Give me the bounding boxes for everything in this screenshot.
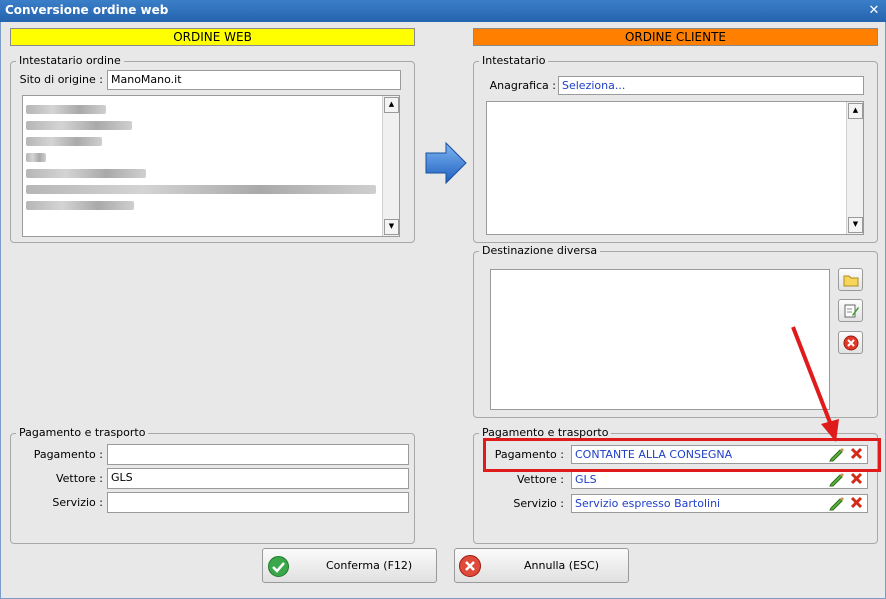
red-arrow-annotation	[791, 326, 839, 442]
servizio-cliente-field[interactable]: Servizio espresso Bartolini	[571, 494, 868, 513]
pagamento-web-field[interactable]	[107, 444, 409, 465]
scrollbar[interactable]: ▲ ▼	[382, 96, 399, 236]
cancel-button[interactable]: Annulla (ESC)	[454, 548, 629, 583]
sito-origine-label: Sito di origine :	[19, 73, 103, 86]
edit-icon	[844, 304, 859, 317]
x-icon[interactable]	[850, 472, 863, 485]
scroll-down-icon[interactable]: ▼	[384, 219, 399, 235]
servizio-label: Servizio :	[513, 497, 564, 510]
cancel-label: Annulla (ESC)	[524, 559, 599, 572]
pencil-icon[interactable]	[829, 496, 844, 511]
arrow-right-icon	[425, 141, 467, 185]
servizio-label: Servizio :	[52, 496, 103, 509]
folder-icon	[843, 275, 858, 286]
ordine-cliente-banner: ORDINE CLIENTE	[473, 28, 878, 46]
vettore-label: Vettore :	[516, 473, 564, 486]
cancel-icon	[459, 555, 481, 577]
vettore-web-field[interactable]: GLS	[107, 468, 409, 489]
confirm-button[interactable]: Conferma (F12)	[262, 548, 437, 583]
anagrafica-textarea[interactable]: ▲ ▼	[486, 101, 864, 235]
blurred-address	[26, 98, 376, 210]
ordine-web-banner: ORDINE WEB	[10, 28, 415, 46]
open-destinazione-button[interactable]	[838, 268, 863, 291]
edit-destinazione-button[interactable]	[838, 299, 863, 322]
vettore-cliente-field[interactable]: GLS	[571, 470, 868, 489]
group-legend: Intestatario	[479, 54, 549, 67]
anagrafica-field[interactable]: Seleziona...	[558, 76, 864, 95]
vettore-label: Vettore :	[55, 472, 103, 485]
close-icon[interactable]: ✕	[866, 3, 882, 18]
scroll-down-icon[interactable]: ▼	[848, 217, 863, 233]
scroll-up-icon[interactable]: ▲	[384, 97, 399, 113]
window-title: Conversione ordine web	[5, 3, 169, 17]
x-icon[interactable]	[850, 496, 863, 509]
pagamento-label: Pagamento :	[33, 448, 103, 461]
confirm-label: Conferma (F12)	[326, 559, 413, 572]
pencil-icon[interactable]	[829, 472, 844, 487]
group-legend: Intestatario ordine	[16, 54, 124, 67]
servizio-web-field[interactable]	[107, 492, 409, 513]
title-bar: Conversione ordine web ✕	[0, 0, 886, 22]
anagrafica-label: Anagrafica :	[489, 79, 556, 92]
indirizzo-web-textarea[interactable]: ▲ ▼	[22, 95, 400, 237]
scrollbar[interactable]: ▲ ▼	[846, 102, 863, 234]
scroll-up-icon[interactable]: ▲	[848, 103, 863, 119]
group-legend: Destinazione diversa	[479, 244, 601, 257]
sito-origine-field[interactable]: ManoMano.it	[107, 70, 401, 90]
check-icon	[268, 556, 289, 577]
group-legend: Pagamento e trasporto	[16, 426, 149, 439]
destinazione-textarea[interactable]	[490, 269, 830, 410]
